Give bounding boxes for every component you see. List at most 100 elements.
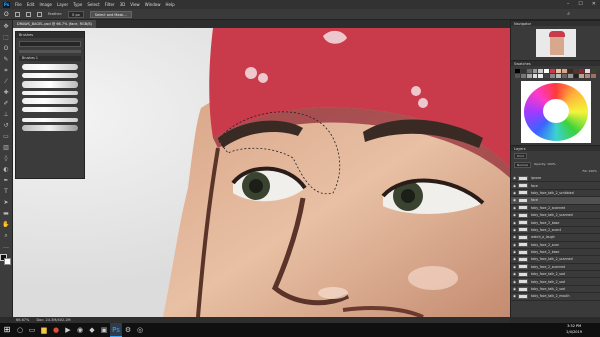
layer-row[interactable]: ◉ toby_face_talk_2_mouth — [511, 293, 600, 301]
brush-preset[interactable] — [22, 73, 78, 78]
layer-row[interactable]: ◉ toby_face_talk_2_scanned — [511, 256, 600, 264]
brush-preset[interactable] — [22, 125, 78, 131]
brush-preset[interactable] — [22, 118, 78, 122]
layer-kind-filter[interactable]: Kind — [514, 153, 527, 159]
visibility-eye-icon[interactable]: ◉ — [511, 184, 518, 188]
visibility-eye-icon[interactable]: ◉ — [511, 265, 518, 269]
shape-tool-icon[interactable]: ▬ — [2, 209, 11, 218]
layer-row[interactable]: ◉ toby_face_talk_2_sad — [511, 278, 600, 286]
menu-window[interactable]: Window — [145, 2, 161, 7]
minimize-icon[interactable]: – — [567, 1, 570, 7]
steam-icon[interactable]: ◎ — [134, 323, 146, 337]
settings-icon[interactable]: ⚙ — [122, 323, 134, 337]
color-swatches[interactable] — [0, 254, 12, 266]
eraser-tool-icon[interactable]: ▭ — [2, 132, 11, 141]
marquee-tool-icon[interactable]: ⬚ — [2, 33, 11, 42]
task-view-icon[interactable]: ▭ — [26, 323, 38, 337]
brush-preset[interactable] — [22, 91, 78, 95]
subtract-selection-icon[interactable] — [36, 11, 42, 17]
file-explorer-icon[interactable]: ▆ — [38, 323, 50, 337]
feather-input[interactable]: 0 px — [68, 10, 84, 18]
maximize-icon[interactable]: ☐ — [578, 1, 582, 7]
menu-image[interactable]: Image — [39, 2, 52, 7]
blend-mode-select[interactable]: Normal — [514, 162, 531, 168]
path-select-tool-icon[interactable]: ➤ — [2, 198, 11, 207]
layer-row[interactable]: ◉ face — [511, 182, 600, 190]
layer-row[interactable]: ◉ ignore — [511, 175, 600, 183]
menu-select[interactable]: Select — [87, 2, 99, 7]
visibility-eye-icon[interactable]: ◉ — [511, 213, 518, 217]
visibility-eye-icon[interactable]: ◉ — [511, 287, 518, 291]
document-tab[interactable]: DRAWS_BAGEL.psd @ 66.7% (face, RGB/8) — [13, 20, 96, 28]
visibility-eye-icon[interactable]: ◉ — [511, 206, 518, 210]
lasso-tool-icon[interactable]: ʘ — [2, 44, 11, 53]
windows-start-icon[interactable]: ⊞ — [0, 323, 14, 337]
menu-3d[interactable]: 3D — [120, 2, 126, 7]
navigator-thumbnail[interactable] — [535, 29, 576, 57]
layer-row[interactable]: ◉ toby_face_talk_2_sad — [511, 271, 600, 279]
layer-row[interactable]: ◉ face — [511, 197, 600, 205]
visibility-eye-icon[interactable]: ◉ — [511, 243, 518, 247]
menu-file[interactable]: File — [15, 2, 22, 7]
clone-stamp-tool-icon[interactable]: ⊥ — [2, 110, 11, 119]
visibility-eye-icon[interactable]: ◉ — [511, 280, 518, 284]
eyedropper-tool-icon[interactable]: ⁄ — [2, 77, 11, 86]
search-icon[interactable]: ⌕ — [567, 11, 570, 17]
quick-select-tool-icon[interactable]: ✎ — [2, 55, 11, 64]
layer-row[interactable]: ◉ toby_face_2_base — [511, 219, 600, 227]
browser-icon[interactable]: ● — [50, 323, 62, 337]
photoshop-taskbar-icon[interactable]: Ps — [110, 323, 122, 337]
media-icon[interactable]: ▶ — [62, 323, 74, 337]
layer-row[interactable]: ◉ toby_face_talk_2_scanned — [511, 212, 600, 220]
history-brush-tool-icon[interactable]: ↺ — [2, 121, 11, 130]
new-selection-icon[interactable] — [14, 11, 20, 17]
type-tool-icon[interactable]: T — [2, 187, 11, 196]
gradient-tool-icon[interactable]: ▥ — [2, 143, 11, 152]
more-tools-icon[interactable]: … — [2, 242, 11, 251]
terminal-icon[interactable]: ▣ — [98, 323, 110, 337]
dodge-tool-icon[interactable]: ◐ — [2, 165, 11, 174]
move-tool-icon[interactable]: ✥ — [2, 22, 11, 31]
visibility-eye-icon[interactable]: ◉ — [511, 294, 518, 298]
hand-tool-icon[interactable]: ✋ — [2, 220, 11, 229]
visibility-eye-icon[interactable]: ◉ — [511, 257, 518, 261]
blur-tool-icon[interactable]: ◊ — [2, 154, 11, 163]
swatches-panel-title[interactable]: Swatches — [511, 60, 600, 66]
layer-row[interactable]: ◉ toby_face_2_scanned — [511, 205, 600, 212]
layer-row[interactable]: ◉ watch_a_laugh — [511, 234, 600, 242]
search-icon[interactable]: ○ — [14, 323, 26, 337]
visibility-eye-icon[interactable]: ◉ — [511, 250, 518, 254]
brush-preset[interactable] — [22, 98, 78, 104]
brush-preset[interactable] — [22, 81, 78, 88]
canvas-area[interactable] — [13, 28, 510, 317]
layer-row[interactable]: ◉ toby_face_talk_2_scribbled — [511, 190, 600, 198]
layer-row[interactable]: ◉ toby_face_talk_2_sad — [511, 286, 600, 294]
menu-filter[interactable]: Filter — [105, 2, 115, 7]
select-and-mask-button[interactable]: Select and Mask... — [89, 10, 132, 18]
visibility-eye-icon[interactable]: ◉ — [511, 235, 518, 239]
zoom-tool-icon[interactable]: ⌕ — [2, 231, 11, 240]
menu-layer[interactable]: Layer — [57, 2, 68, 7]
brush-tool-icon[interactable]: ✐ — [2, 99, 11, 108]
brush-preset[interactable] — [22, 64, 78, 70]
navigator-panel-title[interactable]: Navigator — [511, 20, 600, 26]
chat-icon[interactable]: ◉ — [74, 323, 86, 337]
menu-view[interactable]: View — [130, 2, 140, 7]
visibility-eye-icon[interactable]: ◉ — [511, 272, 518, 276]
brush-group-header[interactable]: Brushes 1 — [19, 56, 81, 61]
visibility-eye-icon[interactable]: ◉ — [511, 191, 518, 195]
brush-search-input[interactable] — [19, 41, 81, 47]
zoom-level[interactable]: 66.67% — [16, 318, 29, 322]
layer-row[interactable]: ◉ toby_face_2_scan4 — [511, 227, 600, 235]
color-wheel[interactable] — [520, 81, 591, 143]
layer-row[interactable]: ◉ toby_face_2_scanned — [511, 264, 600, 272]
menu-help[interactable]: Help — [165, 2, 174, 7]
lasso-tool-icon[interactable]: ʘ — [4, 11, 9, 18]
swatches-grid[interactable] — [515, 69, 596, 78]
system-clock[interactable]: 3:52 PM 2/4/2019 — [566, 324, 582, 335]
visibility-eye-icon[interactable]: ◉ — [511, 176, 518, 180]
healing-tool-icon[interactable]: ✚ — [2, 88, 11, 97]
brush-size-slider[interactable] — [19, 50, 81, 53]
opacity-field[interactable]: Opacity: 100% — [534, 162, 556, 168]
background-color[interactable] — [4, 258, 11, 265]
